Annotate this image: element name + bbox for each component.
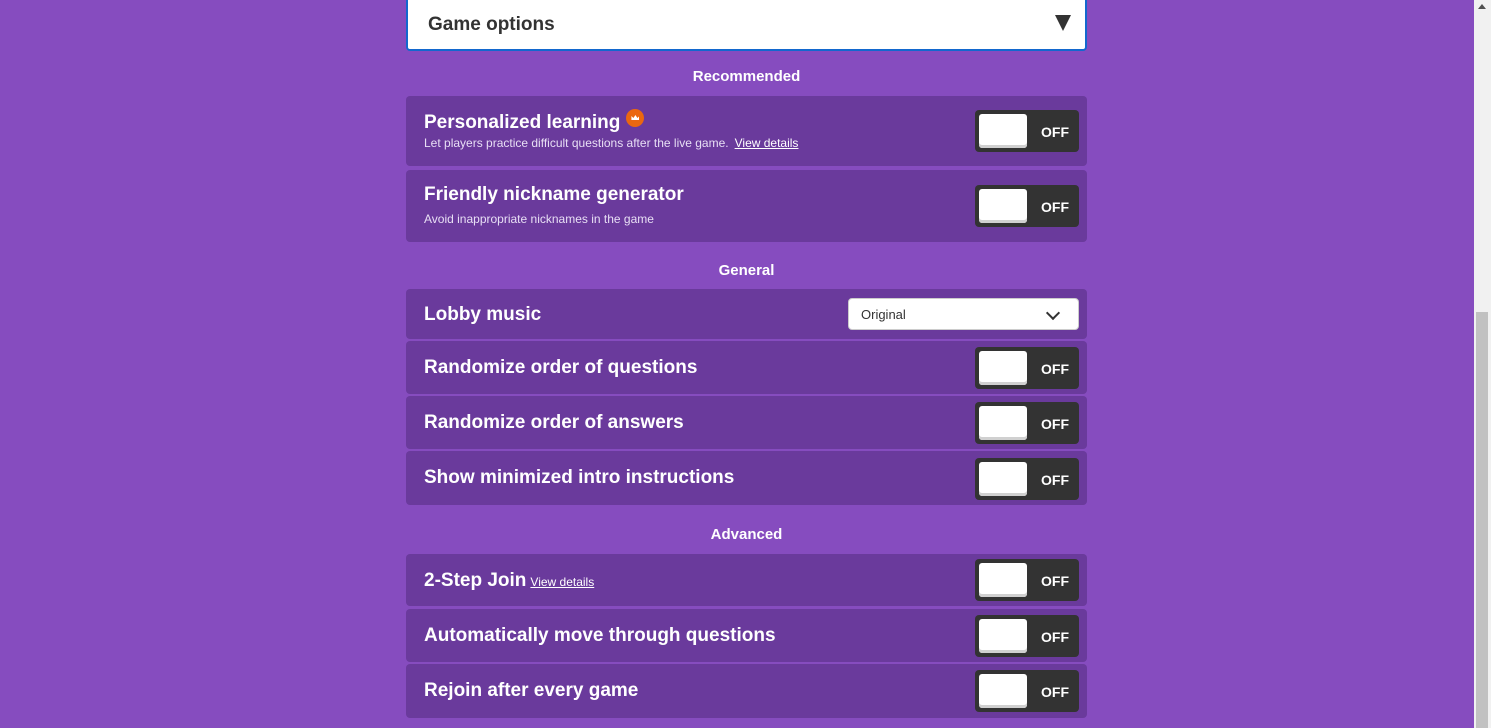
- toggle-knob: [979, 189, 1027, 223]
- row-nickname-generator: Friendly nickname generator Avoid inappr…: [406, 170, 1087, 242]
- toggle-state: OFF: [1041, 573, 1069, 589]
- toggle-knob: [979, 114, 1027, 148]
- rejoin-toggle[interactable]: OFF: [975, 670, 1079, 712]
- rejoin-title: Rejoin after every game: [424, 680, 639, 701]
- scrollbar-thumb[interactable]: [1476, 312, 1488, 728]
- personalized-learning-title: Personalized learning: [424, 109, 645, 134]
- toggle-knob: [979, 674, 1027, 708]
- scroll-up-arrow-icon[interactable]: [1478, 4, 1486, 9]
- personalized-learning-view-details-link[interactable]: View details: [735, 136, 799, 150]
- triangle-down-icon: [1055, 15, 1071, 31]
- randomize-answers-toggle[interactable]: OFF: [975, 402, 1079, 444]
- two-step-join-view-details-link[interactable]: View details: [530, 575, 594, 589]
- vertical-scrollbar[interactable]: [1474, 0, 1491, 728]
- auto-move-toggle[interactable]: OFF: [975, 615, 1079, 657]
- row-two-step-join: 2-Step Join View details OFF: [406, 554, 1087, 606]
- auto-move-title: Automatically move through questions: [424, 625, 776, 646]
- row-randomize-answers: Randomize order of answers OFF: [406, 396, 1087, 449]
- toggle-state: OFF: [1041, 416, 1069, 432]
- toggle-state: OFF: [1041, 124, 1069, 140]
- personalized-learning-label: Personalized learning: [424, 112, 621, 133]
- two-step-join-toggle[interactable]: OFF: [975, 559, 1079, 601]
- personalized-learning-desc-text: Let players practice difficult questions…: [424, 136, 729, 150]
- row-minimized-intro: Show minimized intro instructions OFF: [406, 451, 1087, 505]
- personalized-learning-description: Let players practice difficult questions…: [424, 136, 798, 150]
- randomize-answers-title: Randomize order of answers: [424, 412, 684, 433]
- section-advanced: Advanced: [710, 526, 783, 543]
- row-personalized-learning: Personalized learning Let players practi…: [406, 96, 1087, 166]
- two-step-join-title: 2-Step Join View details: [424, 570, 594, 592]
- game-options-title: Game options: [428, 14, 555, 35]
- toggle-knob: [979, 406, 1027, 440]
- nickname-generator-description: Avoid inappropriate nicknames in the gam…: [424, 212, 654, 226]
- section-recommended: Recommended: [692, 68, 801, 85]
- lobby-music-selected: Original: [861, 307, 906, 322]
- row-randomize-questions: Randomize order of questions OFF: [406, 341, 1087, 394]
- toggle-knob: [979, 462, 1027, 496]
- toggle-state: OFF: [1041, 199, 1069, 215]
- nickname-generator-toggle[interactable]: OFF: [975, 185, 1079, 227]
- section-general: General: [718, 262, 775, 279]
- personalized-learning-toggle[interactable]: OFF: [975, 110, 1079, 152]
- row-rejoin: Rejoin after every game OFF: [406, 664, 1087, 718]
- lobby-music-title: Lobby music: [424, 304, 542, 325]
- minimized-intro-title: Show minimized intro instructions: [424, 467, 735, 488]
- minimized-intro-toggle[interactable]: OFF: [975, 458, 1079, 500]
- toggle-knob: [979, 619, 1027, 653]
- toggle-knob: [979, 351, 1027, 385]
- two-step-join-label: 2-Step Join: [424, 570, 527, 591]
- lobby-music-select[interactable]: Original: [848, 298, 1079, 330]
- toggle-state: OFF: [1041, 684, 1069, 700]
- toggle-state: OFF: [1041, 472, 1069, 488]
- game-options-dropdown[interactable]: Game options: [406, 0, 1087, 51]
- chevron-down-icon: [1045, 305, 1061, 321]
- toggle-state: OFF: [1041, 361, 1069, 377]
- toggle-knob: [979, 563, 1027, 597]
- toggle-state: OFF: [1041, 629, 1069, 645]
- randomize-questions-toggle[interactable]: OFF: [975, 347, 1079, 389]
- nickname-generator-title: Friendly nickname generator: [424, 184, 684, 205]
- crown-icon: [626, 109, 645, 127]
- randomize-questions-title: Randomize order of questions: [424, 357, 698, 378]
- row-auto-move: Automatically move through questions OFF: [406, 609, 1087, 662]
- row-lobby-music: Lobby music Original: [406, 289, 1087, 339]
